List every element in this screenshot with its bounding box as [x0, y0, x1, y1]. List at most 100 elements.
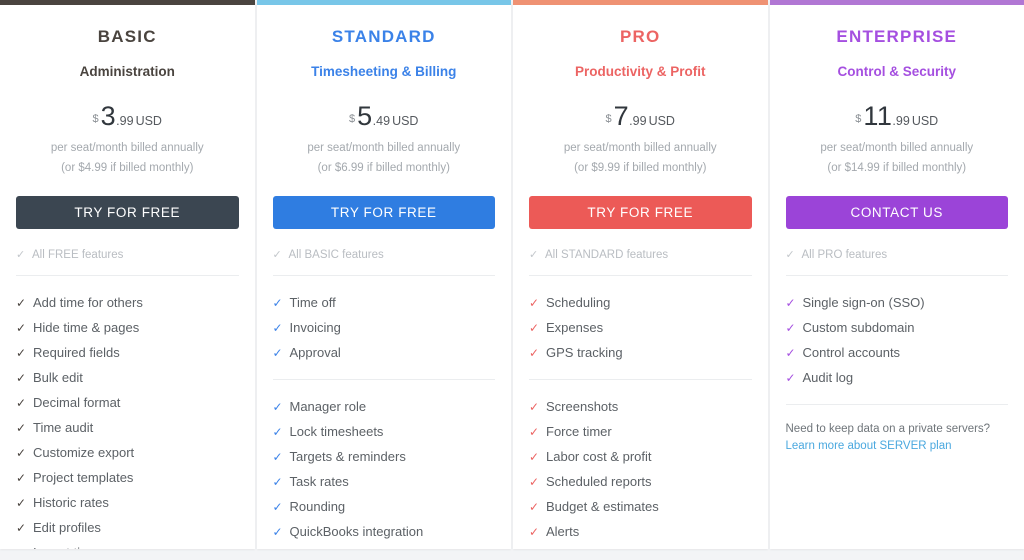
feature-label: Single sign-on (SSO) — [802, 295, 925, 310]
feature-item: ✓ Lock timesheets — [273, 419, 496, 444]
feature-divider — [785, 275, 1008, 276]
check-icon: ✓ — [272, 450, 283, 464]
feature-item: ✓ Custom subdomain — [786, 315, 1009, 340]
feature-list: ✓ Time off ✓ Invoicing ✓ Approval — [273, 290, 496, 365]
feature-item: ✓Import time — [16, 540, 239, 549]
check-icon: ✓ — [272, 525, 283, 539]
price-currency-code: USD — [911, 114, 939, 128]
price-currency: $ — [349, 113, 356, 125]
feature-item: ✓ Historic rates — [16, 490, 239, 515]
feature-item: ✓ Rounding — [273, 494, 496, 519]
feature-item: ✓ Add time for others — [16, 290, 239, 315]
billing-note-annual: per seat/month billed annually — [563, 142, 717, 154]
try-for-free-button[interactable]: TRY FOR FREE — [16, 196, 239, 229]
check-icon: ✓ — [272, 475, 283, 489]
contact-us-button[interactable]: CONTACT US — [785, 196, 1008, 229]
feature-item: ✓ Required fields — [16, 340, 239, 365]
check-icon: ✓ — [785, 371, 796, 385]
feature-divider — [529, 275, 752, 276]
billing-note-annual: per seat/month billed annually — [50, 142, 204, 154]
check-icon: ✓ — [785, 296, 796, 310]
feature-item: ✓ Single sign-on (SSO) — [786, 290, 1009, 315]
try-for-free-button[interactable]: TRY FOR FREE — [272, 196, 495, 229]
feature-item: ✓ Customize export — [16, 440, 239, 465]
check-icon: ✓ — [529, 450, 540, 464]
feature-label: Decimal format — [33, 395, 121, 410]
try-for-free-button[interactable]: TRY FOR FREE — [529, 196, 752, 229]
plan-name: ENTERPRISE — [836, 27, 958, 46]
check-icon: ✓ — [16, 396, 27, 410]
feature-label: Hide time & pages — [33, 320, 140, 335]
plan-tagline: Productivity & Profit — [574, 64, 706, 79]
feature-item: ✓ Task rates — [273, 469, 496, 494]
check-icon: ✓ — [16, 421, 27, 435]
billing-note-monthly: (or $9.99 if billed monthly) — [574, 161, 707, 174]
feature-divider — [16, 275, 239, 276]
feature-item: ✓Custom fields — [529, 544, 752, 549]
plan-card-pro: PRO Productivity & Profit $7.99 USD per seat… — [513, 0, 768, 549]
server-plan-link[interactable]: Learn more about SERVER plan — [786, 438, 1009, 455]
inherited-features-label: All PRO features — [801, 248, 888, 261]
check-icon: ✓ — [529, 296, 540, 310]
feature-label: Task rates — [289, 474, 349, 489]
check-icon: ✓ — [529, 475, 540, 489]
billing-note-monthly: (or $6.99 if billed monthly) — [317, 161, 450, 174]
check-icon: ✓ — [272, 321, 283, 335]
billing-note-monthly: (or $4.99 if billed monthly) — [61, 161, 194, 174]
inherited-features-label: All FREE features — [32, 248, 124, 261]
price-currency: $ — [855, 113, 862, 125]
check-icon: ✓ — [272, 296, 283, 310]
price-amount: 11 — [863, 101, 893, 131]
feature-label: Import time — [33, 540, 98, 549]
inherited-features-row: ✓ All FREE features — [16, 248, 239, 262]
feature-item: ✓ Hide time & pages — [16, 315, 239, 340]
feature-item: ✓ Scheduled reports — [529, 469, 752, 494]
price-cents: .99 — [116, 114, 134, 128]
check-icon: ✓ — [272, 400, 283, 414]
check-icon: ✓ — [16, 496, 27, 510]
price-amount: 3 — [100, 101, 117, 131]
feature-item: ✓ Approval — [273, 340, 496, 365]
price-cents: .99 — [892, 114, 910, 128]
plan-name: BASIC — [97, 27, 157, 46]
feature-label: Targets & reminders — [289, 449, 406, 464]
check-icon: ✓ — [529, 249, 539, 261]
check-icon: ✓ — [272, 249, 282, 261]
check-icon: ✓ — [785, 249, 795, 261]
feature-item: ✓Force 2FA — [273, 544, 496, 549]
pricing-table: BASIC Administration $3.99 USD per seat/mont… — [0, 0, 1024, 560]
feature-label: Rounding — [289, 499, 346, 514]
price-row: $5.49 USD — [273, 101, 496, 132]
price-currency-code: USD — [135, 114, 162, 128]
price-row: $7.99 USD — [529, 101, 752, 132]
feature-label: Screenshots — [546, 399, 619, 414]
feature-divider — [272, 379, 495, 380]
check-icon: ✓ — [16, 471, 27, 485]
check-icon: ✓ — [529, 321, 540, 335]
feature-divider — [272, 275, 495, 276]
check-icon: ✓ — [272, 425, 283, 439]
feature-item: ✓ GPS tracking — [529, 340, 752, 365]
check-icon: ✓ — [16, 346, 27, 360]
feature-label: Approval — [289, 345, 341, 360]
check-icon: ✓ — [16, 321, 27, 335]
feature-item: ✓ Manager role — [273, 394, 496, 419]
check-icon: ✓ — [16, 521, 27, 535]
feature-item: ✓ Project templates — [16, 465, 239, 490]
price-row: $11.99 USD — [786, 101, 1009, 132]
check-icon: ✓ — [529, 525, 540, 539]
check-icon: ✓ — [529, 400, 540, 414]
plan-tagline: Timesheeting & Billing — [311, 64, 457, 79]
feature-list: ✓ Scheduling ✓ Expenses ✓ GPS tracking — [529, 290, 752, 365]
feature-label: Invoicing — [289, 320, 341, 335]
plan-card-standard: STANDARD Timesheeting & Billing $5.49 USD pe… — [256, 0, 511, 549]
feature-label: Audit log — [802, 370, 854, 385]
inherited-features-label: All BASIC features — [288, 248, 384, 261]
feature-label: Control accounts — [802, 345, 901, 360]
feature-item: ✓ Decimal format — [16, 390, 239, 415]
price-cents: .49 — [372, 114, 391, 128]
feature-divider — [529, 379, 752, 380]
feature-item: ✓ Control accounts — [786, 340, 1009, 365]
feature-item: ✓ Edit profiles — [16, 515, 239, 540]
feature-item: ✓ Alerts — [529, 519, 752, 544]
